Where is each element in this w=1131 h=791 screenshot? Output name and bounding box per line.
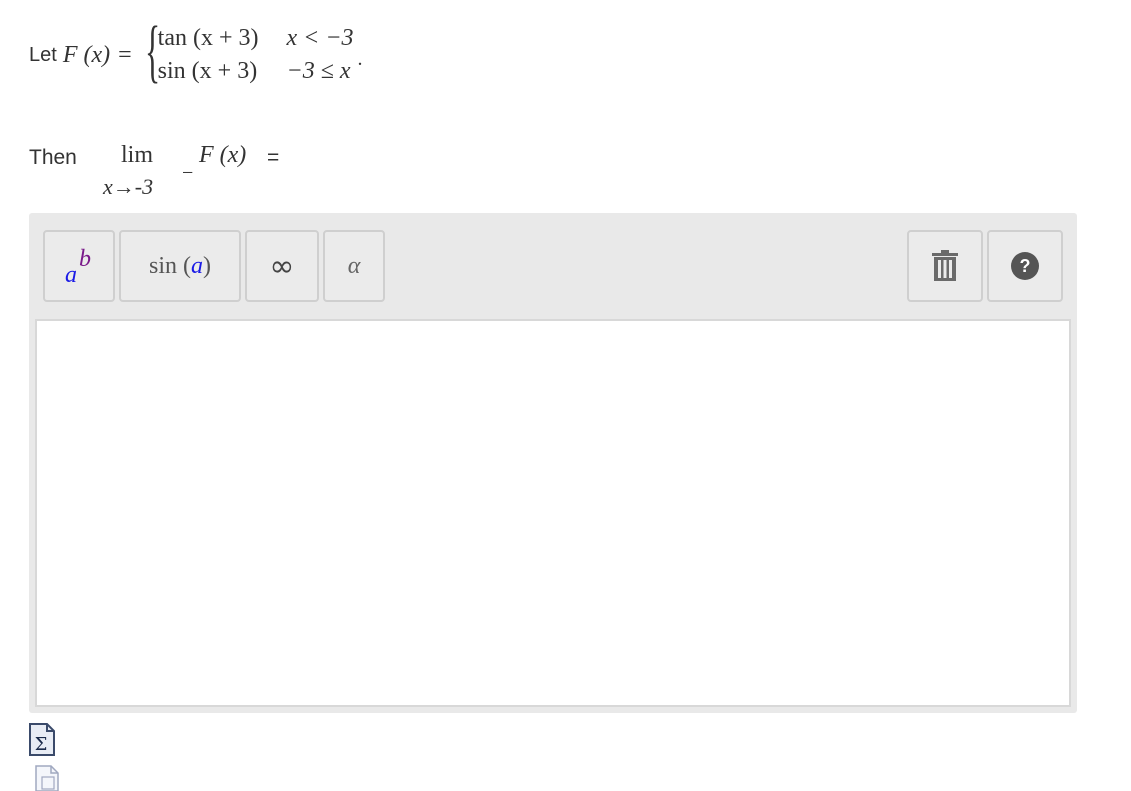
lim-equals: = xyxy=(267,146,280,169)
then-label: Then xyxy=(29,146,77,169)
power-exponent: b xyxy=(79,246,91,272)
case-1-expression: tan (x + 3) xyxy=(157,25,259,51)
answer-input-area[interactable] xyxy=(35,319,1071,707)
superscript-icon: a b xyxy=(59,246,99,288)
help-icon: ? xyxy=(1011,252,1039,280)
math-editor: a b sin (a) ∞ α ? xyxy=(29,213,1077,713)
piecewise-cases: tan (x + 3) x < −3 sin (x + 3) −3 ≤ x xyxy=(158,25,354,85)
function-icon: sin (a) xyxy=(148,252,211,279)
equals-sign: = xyxy=(118,41,132,68)
lim-superscript: − xyxy=(182,162,194,184)
trash-icon xyxy=(932,250,958,281)
power-button[interactable]: a b xyxy=(43,230,115,302)
svg-text:Σ: Σ xyxy=(35,734,48,755)
sin-func-label: sin xyxy=(148,252,177,279)
svg-text:?: ? xyxy=(1020,256,1031,276)
document-icon[interactable] xyxy=(35,765,61,791)
greek-letters-button[interactable]: α xyxy=(323,230,385,302)
lim-subscript: x→-3 xyxy=(103,174,154,199)
power-base: a xyxy=(65,262,77,288)
lim-word: lim xyxy=(121,142,154,168)
lim-function: F (x) xyxy=(199,142,247,168)
equation-editor-icon[interactable]: Σ xyxy=(29,723,55,756)
function-definition: Let F (x) = { tan (x + 3) x < −3 sin (x … xyxy=(29,16,363,94)
case-2-condition: −3 ≤ x xyxy=(286,58,351,84)
period: . xyxy=(357,47,363,70)
clear-button[interactable] xyxy=(907,230,983,302)
greek-letter-icon: α xyxy=(347,252,361,279)
case-1-condition: x < −3 xyxy=(286,25,354,51)
infinity-button[interactable]: ∞ xyxy=(245,230,319,302)
case-2-expression: sin (x + 3) xyxy=(157,58,258,84)
help-button[interactable]: ? xyxy=(987,230,1063,302)
sin-arg-label: a xyxy=(191,252,203,279)
infinity-icon: ∞ xyxy=(269,248,295,284)
sin-button[interactable]: sin (a) xyxy=(119,230,241,302)
let-label: Let xyxy=(29,43,57,66)
function-lhs: F (x) xyxy=(62,41,111,68)
left-brace: { xyxy=(144,13,160,90)
